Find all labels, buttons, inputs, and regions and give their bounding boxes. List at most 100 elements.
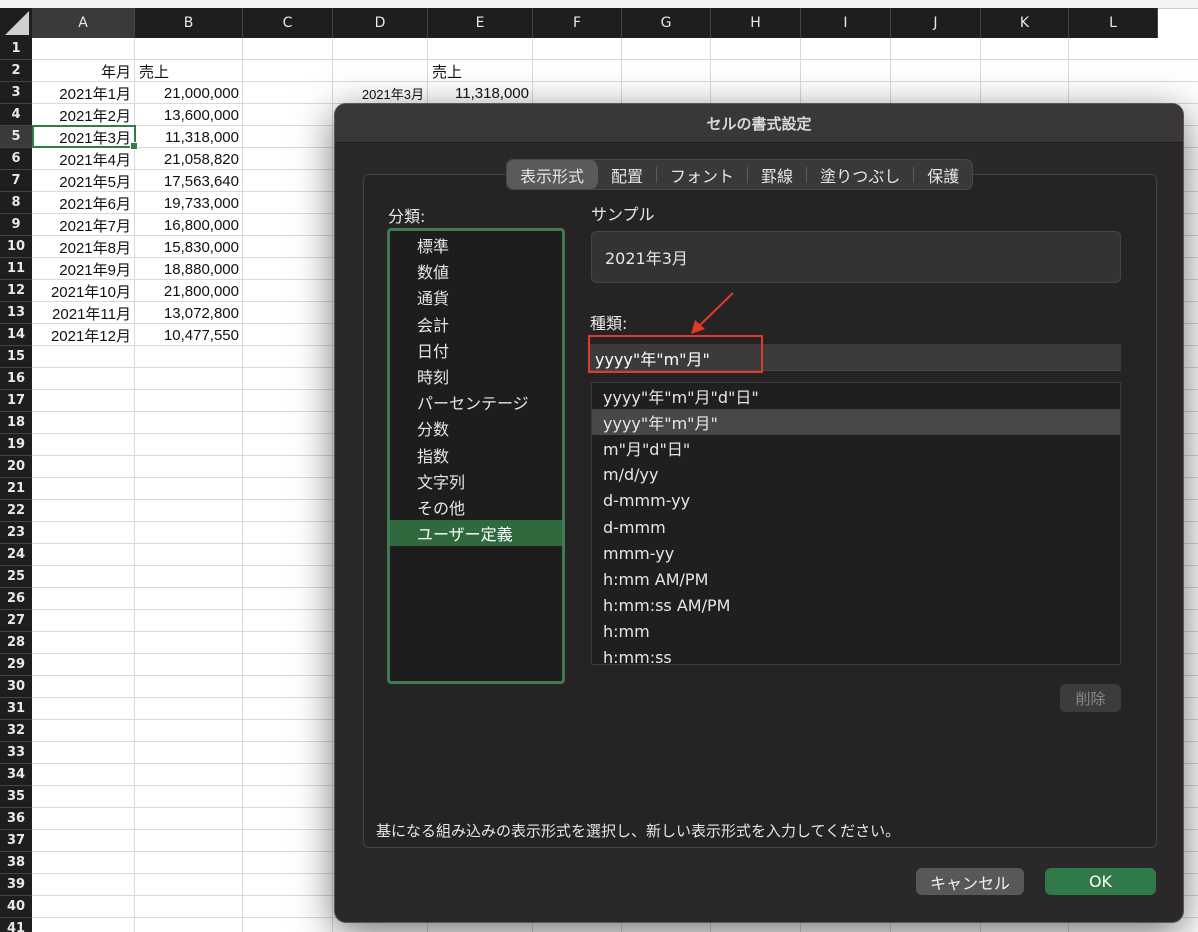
category-item[interactable]: 文字列	[390, 468, 562, 494]
cell-sales[interactable]: 16,800,000	[135, 214, 243, 236]
column-header-f[interactable]: F	[533, 8, 622, 38]
category-item[interactable]: 分数	[390, 415, 562, 441]
row-header-4[interactable]: 4	[0, 104, 32, 126]
row-header-16[interactable]: 16	[0, 368, 32, 390]
row-header-19[interactable]: 19	[0, 434, 32, 456]
format-item[interactable]: d-mmm-yy	[592, 488, 1120, 514]
row-header-30[interactable]: 30	[0, 676, 32, 698]
cell-month[interactable]: 2021年2月	[32, 104, 135, 126]
category-item[interactable]: 日付	[390, 337, 562, 363]
category-item[interactable]: その他	[390, 494, 562, 520]
column-header-j[interactable]: J	[891, 8, 981, 38]
cell-sales[interactable]: 21,800,000	[135, 280, 243, 302]
row-header-20[interactable]: 20	[0, 456, 32, 478]
row-header-2[interactable]: 2	[0, 60, 32, 82]
row-header-37[interactable]: 37	[0, 830, 32, 852]
format-item[interactable]: yyyy"年"m"月"	[592, 409, 1120, 436]
select-all-corner[interactable]	[0, 8, 33, 38]
row-header-40[interactable]: 40	[0, 896, 32, 918]
row-header-7[interactable]: 7	[0, 170, 32, 192]
row-header-35[interactable]: 35	[0, 786, 32, 808]
row-header-17[interactable]: 17	[0, 390, 32, 412]
row-header-23[interactable]: 23	[0, 522, 32, 544]
column-header-e[interactable]: E	[428, 8, 533, 38]
format-item[interactable]: m/d/yy	[592, 462, 1120, 488]
column-header-i[interactable]: I	[801, 8, 891, 38]
ok-button[interactable]: OK	[1045, 868, 1156, 895]
row-header-38[interactable]: 38	[0, 852, 32, 874]
category-item[interactable]: 指数	[390, 442, 562, 468]
cell-sales[interactable]: 19,733,000	[135, 192, 243, 214]
row-header-39[interactable]: 39	[0, 874, 32, 896]
format-item[interactable]: mmm-yy	[592, 540, 1120, 566]
cancel-button[interactable]: キャンセル	[916, 868, 1024, 895]
tab-4[interactable]: 塗りつぶし	[807, 160, 913, 189]
column-header-d[interactable]: D	[333, 8, 428, 38]
row-header-12[interactable]: 12	[0, 280, 32, 302]
row-header-32[interactable]: 32	[0, 720, 32, 742]
row-header-9[interactable]: 9	[0, 214, 32, 236]
tab-3[interactable]: 罫線	[748, 160, 806, 189]
column-header-l[interactable]: L	[1069, 8, 1158, 38]
fill-handle[interactable]	[130, 142, 138, 150]
cell-a2[interactable]: 年月	[32, 60, 135, 82]
column-header-c[interactable]: C	[243, 8, 333, 38]
tab-2[interactable]: フォント	[657, 160, 747, 189]
column-header-k[interactable]: K	[981, 8, 1069, 38]
category-item[interactable]: 会計	[390, 311, 562, 337]
row-header-10[interactable]: 10	[0, 236, 32, 258]
cell-e2[interactable]: 売上	[428, 60, 533, 82]
tab-5[interactable]: 保護	[914, 160, 972, 189]
format-item[interactable]: h:mm	[592, 619, 1120, 645]
cell-d3[interactable]: 2021年3月	[333, 82, 428, 104]
cell-sales[interactable]: 17,563,640	[135, 170, 243, 192]
row-header-41[interactable]: 41	[0, 918, 32, 932]
cell-month[interactable]: 2021年11月	[32, 302, 135, 324]
format-item[interactable]: h:mm:ss	[592, 645, 1120, 664]
cell-sales[interactable]: 21,058,820	[135, 148, 243, 170]
category-list[interactable]: 標準 数値 通貨 会計 日付 時刻 パーセンテージ 分数 指数 文字列 その他 ユーザー定義	[387, 228, 565, 684]
row-header-24[interactable]: 24	[0, 544, 32, 566]
cell-sales[interactable]: 11,318,000	[135, 126, 243, 148]
row-header-21[interactable]: 21	[0, 478, 32, 500]
cell-month[interactable]: 2021年10月	[32, 280, 135, 302]
category-item[interactable]: パーセンテージ	[390, 389, 562, 415]
category-item[interactable]: 数値	[390, 258, 562, 284]
cell-sales[interactable]: 18,880,000	[135, 258, 243, 280]
row-header-3[interactable]: 3	[0, 82, 32, 104]
cell-b2[interactable]: 売上	[135, 60, 243, 82]
cell-e3[interactable]: 11,318,000	[428, 82, 533, 104]
format-item[interactable]: yyyy"年"m"月"d"日"	[592, 383, 1120, 409]
cell-month[interactable]: 2021年12月	[32, 324, 135, 346]
row-header-11[interactable]: 11	[0, 258, 32, 280]
column-header-b[interactable]: B	[135, 8, 243, 38]
row-header-28[interactable]: 28	[0, 632, 32, 654]
cell-sales[interactable]: 15,830,000	[135, 236, 243, 258]
cell-month[interactable]: 2021年4月	[32, 148, 135, 170]
tab-1[interactable]: 配置	[598, 160, 656, 189]
row-header-31[interactable]: 31	[0, 698, 32, 720]
row-header-36[interactable]: 36	[0, 808, 32, 830]
row-header-8[interactable]: 8	[0, 192, 32, 214]
cell-month[interactable]: 2021年1月	[32, 82, 135, 104]
category-item[interactable]: 通貨	[390, 284, 562, 310]
row-header-15[interactable]: 15	[0, 346, 32, 368]
row-header-27[interactable]: 27	[0, 610, 32, 632]
category-item[interactable]: 標準	[390, 232, 562, 258]
row-header-29[interactable]: 29	[0, 654, 32, 676]
column-header-h[interactable]: H	[711, 8, 801, 38]
format-item[interactable]: h:mm:ss AM/PM	[592, 593, 1120, 619]
cell-month[interactable]: 2021年9月	[32, 258, 135, 280]
cell-sales[interactable]: 10,477,550	[135, 324, 243, 346]
cell-sales[interactable]: 13,600,000	[135, 104, 243, 126]
format-item[interactable]: h:mm AM/PM	[592, 566, 1120, 592]
row-header-14[interactable]: 14	[0, 324, 32, 346]
format-item[interactable]: d-mmm	[592, 514, 1120, 540]
row-header-6[interactable]: 6	[0, 148, 32, 170]
format-list[interactable]: yyyy"年"m"月"d"日" yyyy"年"m"月" m"月"d"日" m/d/yy…	[591, 382, 1121, 665]
cell-month[interactable]: 2021年5月	[32, 170, 135, 192]
cell-sales[interactable]: 13,072,800	[135, 302, 243, 324]
row-header-5[interactable]: 5	[0, 126, 32, 148]
cell-sales[interactable]: 21,000,000	[135, 82, 243, 104]
cell-month[interactable]: 2021年7月	[32, 214, 135, 236]
